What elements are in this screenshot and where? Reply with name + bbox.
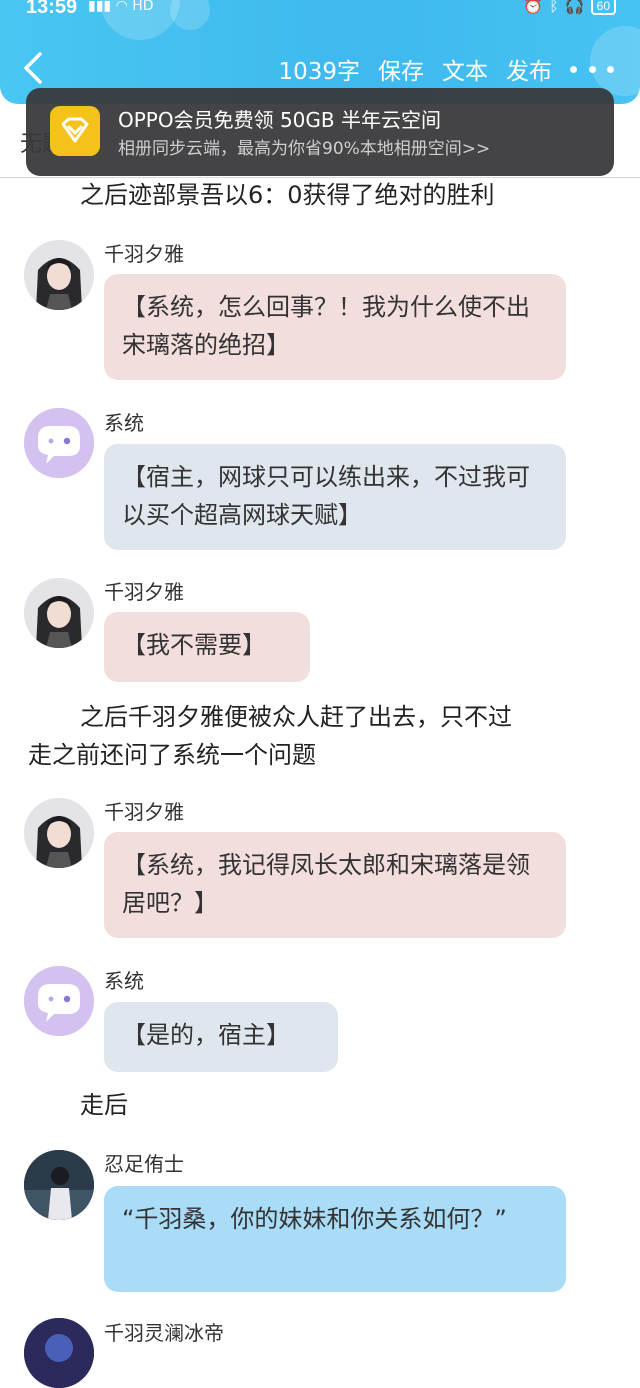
narration: 之后千羽夕雅便被众人赶了出去，只不过 — [80, 703, 512, 731]
sender-name: 忍足侑士 — [104, 1152, 184, 1176]
vip-diamond-icon — [50, 106, 100, 156]
status-right: ⏰ ᛒ 🎧 60 — [523, 0, 616, 15]
sender-name: 系统 — [104, 969, 144, 993]
text-button[interactable]: 文本 — [442, 52, 488, 86]
chat-bubble-icon — [24, 966, 94, 1036]
avatar-qianyu-xiya — [24, 578, 94, 648]
word-count: 1039字 — [278, 59, 360, 85]
avatar-oshitari-yuushi — [24, 1150, 94, 1220]
toast-subtitle: 相册同步云端，最高为你省90%本地相册空间>> — [118, 139, 491, 159]
publish-button[interactable]: 发布 — [506, 52, 552, 86]
message-bubble: 【我不需要】 — [104, 612, 310, 682]
avatar-qianyu-xiya — [24, 798, 94, 868]
save-button[interactable]: 保存 — [378, 52, 424, 86]
message-bubble: “千羽桑，你的妹妹和你关系如何？” — [104, 1186, 566, 1292]
narration: 走后 — [80, 1091, 128, 1119]
message-bubble: 【是的，宿主】 — [104, 1002, 338, 1072]
avatar-system — [24, 408, 94, 478]
avatar-qianyu-xiya — [24, 240, 94, 310]
sender-name: 千羽夕雅 — [104, 580, 184, 604]
avatar-qianyu-linglan — [24, 1318, 94, 1388]
alarm-icon: ⏰ — [523, 0, 544, 15]
sender-name: 千羽夕雅 — [104, 242, 184, 266]
narration: 之后迹部景吾以6：0获得了绝对的胜利 — [80, 181, 495, 209]
toast-title: OPPO会员免费领 50GB 半年云空间 — [118, 108, 441, 132]
more-icon[interactable] — [570, 57, 614, 81]
sender-name: 千羽灵澜冰帝 — [104, 1321, 224, 1345]
battery-icon: 60 — [590, 0, 616, 15]
status-time: 13:59 — [26, 0, 78, 18]
headphone-icon: 🎧 — [564, 0, 585, 15]
chevron-left-icon — [24, 52, 42, 84]
network-label: HD — [132, 0, 154, 14]
narration: 走之前还问了系统一个问题 — [28, 741, 316, 769]
toolbar: 1039字 保存 文本 发布 — [278, 52, 640, 86]
signal-icon: ▮▮▮ — [88, 0, 112, 14]
bluetooth-icon: ᛒ — [549, 0, 559, 15]
promo-toast[interactable]: OPPO会员免费领 50GB 半年云空间 相册同步云端，最高为你省90%本地相册… — [26, 88, 614, 176]
message-bubble: 【系统，我记得凤长太郎和宋璃落是领居吧？】 — [104, 832, 566, 938]
message-bubble: 【宿主，网球只可以练出来，不过我可以买个超高网球天赋】 — [104, 444, 566, 550]
network-status: ▮▮▮ ◠ HD — [88, 0, 154, 14]
back-button[interactable] — [20, 50, 48, 86]
avatar-system — [24, 966, 94, 1036]
wifi-icon: ◠ — [115, 0, 128, 14]
sender-name: 系统 — [104, 411, 144, 435]
message-bubble: 【系统，怎么回事？！我为什么使不出宋璃落的绝招】 — [104, 274, 566, 380]
chat-bubble-icon — [24, 408, 94, 478]
sender-name: 千羽夕雅 — [104, 800, 184, 824]
